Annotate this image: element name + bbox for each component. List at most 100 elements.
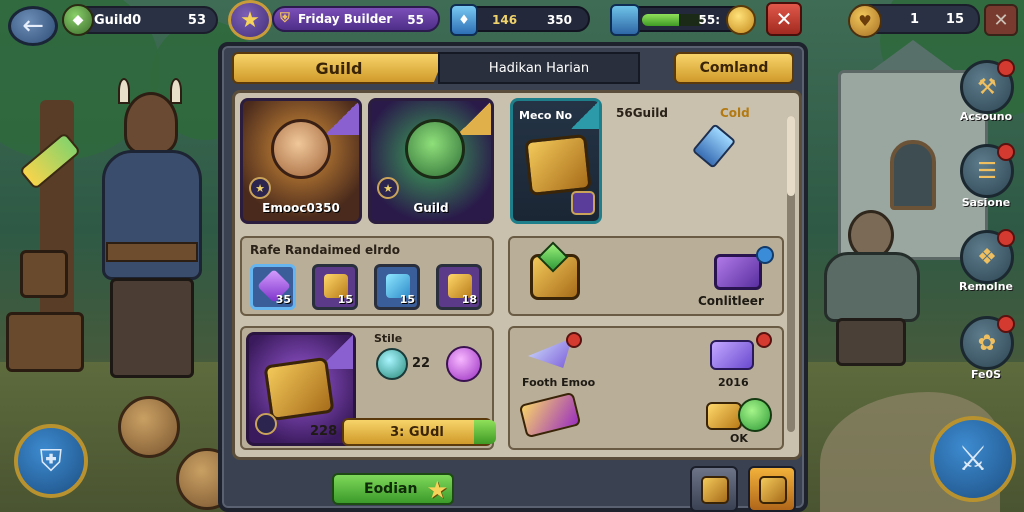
reward-slot[interactable]: 15 <box>312 264 358 310</box>
main-action-button[interactable]: Eodian ★ <box>332 473 454 505</box>
coin-decoration <box>118 396 180 458</box>
reward-slot[interactable]: 15 <box>374 264 420 310</box>
reward-count: 18 <box>461 293 477 306</box>
star-icon: ★ <box>426 476 448 504</box>
hero-card-1[interactable]: ★ Emooc0350 <box>240 98 362 224</box>
shop-item[interactable]: Footh Emoo <box>514 330 604 392</box>
tab-members[interactable]: Hadikan Harian <box>438 52 640 84</box>
back-button[interactable]: ← <box>8 6 58 46</box>
rewards-strip: Rafe Randaimed elrdo 35 15 15 18 <box>240 236 494 316</box>
gold-bar-icon <box>706 402 742 430</box>
buy-chest-button[interactable]: 3: GUdl <box>342 418 492 446</box>
crate-icon <box>701 476 729 504</box>
knight-character <box>18 78 218 382</box>
treasure-cube-icon <box>524 133 592 197</box>
side-label-2: Sasione <box>961 196 1011 209</box>
hero-card-label: Emooc0350 <box>262 201 340 215</box>
side-button-2[interactable]: ☰ <box>960 143 1015 198</box>
side-button-3[interactable]: ❖ <box>960 229 1015 284</box>
hero-portrait <box>271 119 331 179</box>
chest-icon <box>610 4 640 36</box>
shield-action-button[interactable]: ⛨ <box>14 424 88 498</box>
side-button-1[interactable]: ⚒ <box>960 59 1015 114</box>
top-resource-bar: ★ ⛨ Friday Builder 55 ♦ 146 350 55: ✕ <box>224 0 808 40</box>
side-label-4: Fe0S <box>970 368 1002 381</box>
chest-badge-icon <box>255 413 277 435</box>
coin-icon <box>726 5 756 35</box>
tab-command[interactable]: Comland <box>674 52 794 84</box>
fox-icon: ❖ <box>977 244 997 270</box>
shield-icon: ⛨ <box>39 443 63 479</box>
side-label-1: Acsouno <box>959 110 1013 123</box>
tab-bar: Guild Hadikan Harian Comland <box>232 52 794 86</box>
hero-portrait <box>405 119 465 179</box>
mini-button-2[interactable] <box>748 466 796 512</box>
notification-dot <box>756 332 772 348</box>
xp-progress-bar <box>642 14 704 26</box>
chest-art <box>246 332 356 446</box>
scrollbar-thumb[interactable] <box>787 116 795 196</box>
emerald-orb-icon <box>738 398 772 432</box>
rarity-corner <box>571 101 599 129</box>
chest-count: 228 <box>310 424 338 439</box>
attack-action-button[interactable]: ⚔ <box>930 416 1016 502</box>
event-pill[interactable]: ⛨ Friday Builder 55 <box>272 6 440 32</box>
green-orb-icon <box>376 348 408 380</box>
guild-value: 53 <box>187 13 206 28</box>
wrench-icon <box>691 123 737 169</box>
reward-slot[interactable]: 35 <box>250 264 296 310</box>
orb-value: 22 <box>412 356 431 371</box>
reward-count: 35 <box>275 293 291 306</box>
rarity-corner <box>325 101 359 135</box>
tab-guild[interactable]: Guild <box>232 52 446 84</box>
xp-value: 55: <box>698 13 721 27</box>
chest-label: Stile <box>374 332 403 345</box>
xp-pill: 55: <box>610 4 756 36</box>
event-value: 55 <box>407 13 424 27</box>
resource-count-a: 1 <box>910 12 920 27</box>
content-scrollbar[interactable] <box>787 116 795 432</box>
notification-dot <box>566 332 582 348</box>
notification-dot <box>997 59 1015 77</box>
guild-name: Guild0 <box>94 12 142 28</box>
shop-card-title: Meco No <box>519 109 573 122</box>
resource-count-b: 15 <box>945 12 964 27</box>
hero-card-2[interactable]: ★ Guild <box>368 98 494 224</box>
heart-icon: ♥ <box>848 4 882 38</box>
hero-badge-icon: ★ <box>249 177 271 199</box>
rewards-title: Rafe Randaimed elrdo <box>250 243 400 257</box>
shield-badge-icon: ⛨ <box>280 11 290 26</box>
shop-item[interactable]: OK <box>700 394 780 450</box>
bonus-panel: Conlitleer <box>508 236 784 316</box>
favorite-star-button[interactable]: ★ <box>228 0 272 40</box>
mini-button-1[interactable] <box>690 466 738 512</box>
background-close-button: ✕ <box>984 4 1018 36</box>
chest-offer: Stile 22 228 3: GUdl <box>240 326 496 450</box>
hammer-icon: ⚒ <box>977 74 997 100</box>
buy-arrow-icon[interactable] <box>474 420 496 444</box>
spellbook-icon <box>518 391 582 439</box>
rarity-corner <box>457 101 491 135</box>
shop-card[interactable]: Meco No <box>510 98 602 224</box>
info-dot-icon <box>756 246 774 264</box>
star-icon: ★ <box>240 7 260 33</box>
crystal-shard-icon <box>528 338 572 368</box>
purple-device-icon <box>710 340 754 370</box>
bonus-caption: Conlitleer <box>698 294 764 308</box>
event-title: Friday Builder <box>298 12 393 26</box>
shop-item-caption: OK <box>730 432 748 445</box>
side-button-4[interactable]: ✿ <box>960 315 1015 370</box>
side-label-3: Remolne <box>958 280 1013 293</box>
reward-slot[interactable]: 18 <box>436 264 482 310</box>
shop-gold-label: Cold <box>720 106 750 120</box>
shop-name: 56Guild <box>616 106 668 120</box>
shop-item[interactable]: 2016 <box>700 330 780 392</box>
close-button[interactable]: ✕ <box>766 2 802 36</box>
shop-item[interactable] <box>514 391 604 450</box>
purple-box-icon[interactable] <box>714 254 762 290</box>
hero-badge-icon: ★ <box>377 177 399 199</box>
gem-icon: ♦ <box>450 4 478 36</box>
dragon-icon: ✿ <box>977 330 997 356</box>
shop-item-caption: 2016 <box>718 376 749 389</box>
purple-orb-icon <box>446 346 482 382</box>
